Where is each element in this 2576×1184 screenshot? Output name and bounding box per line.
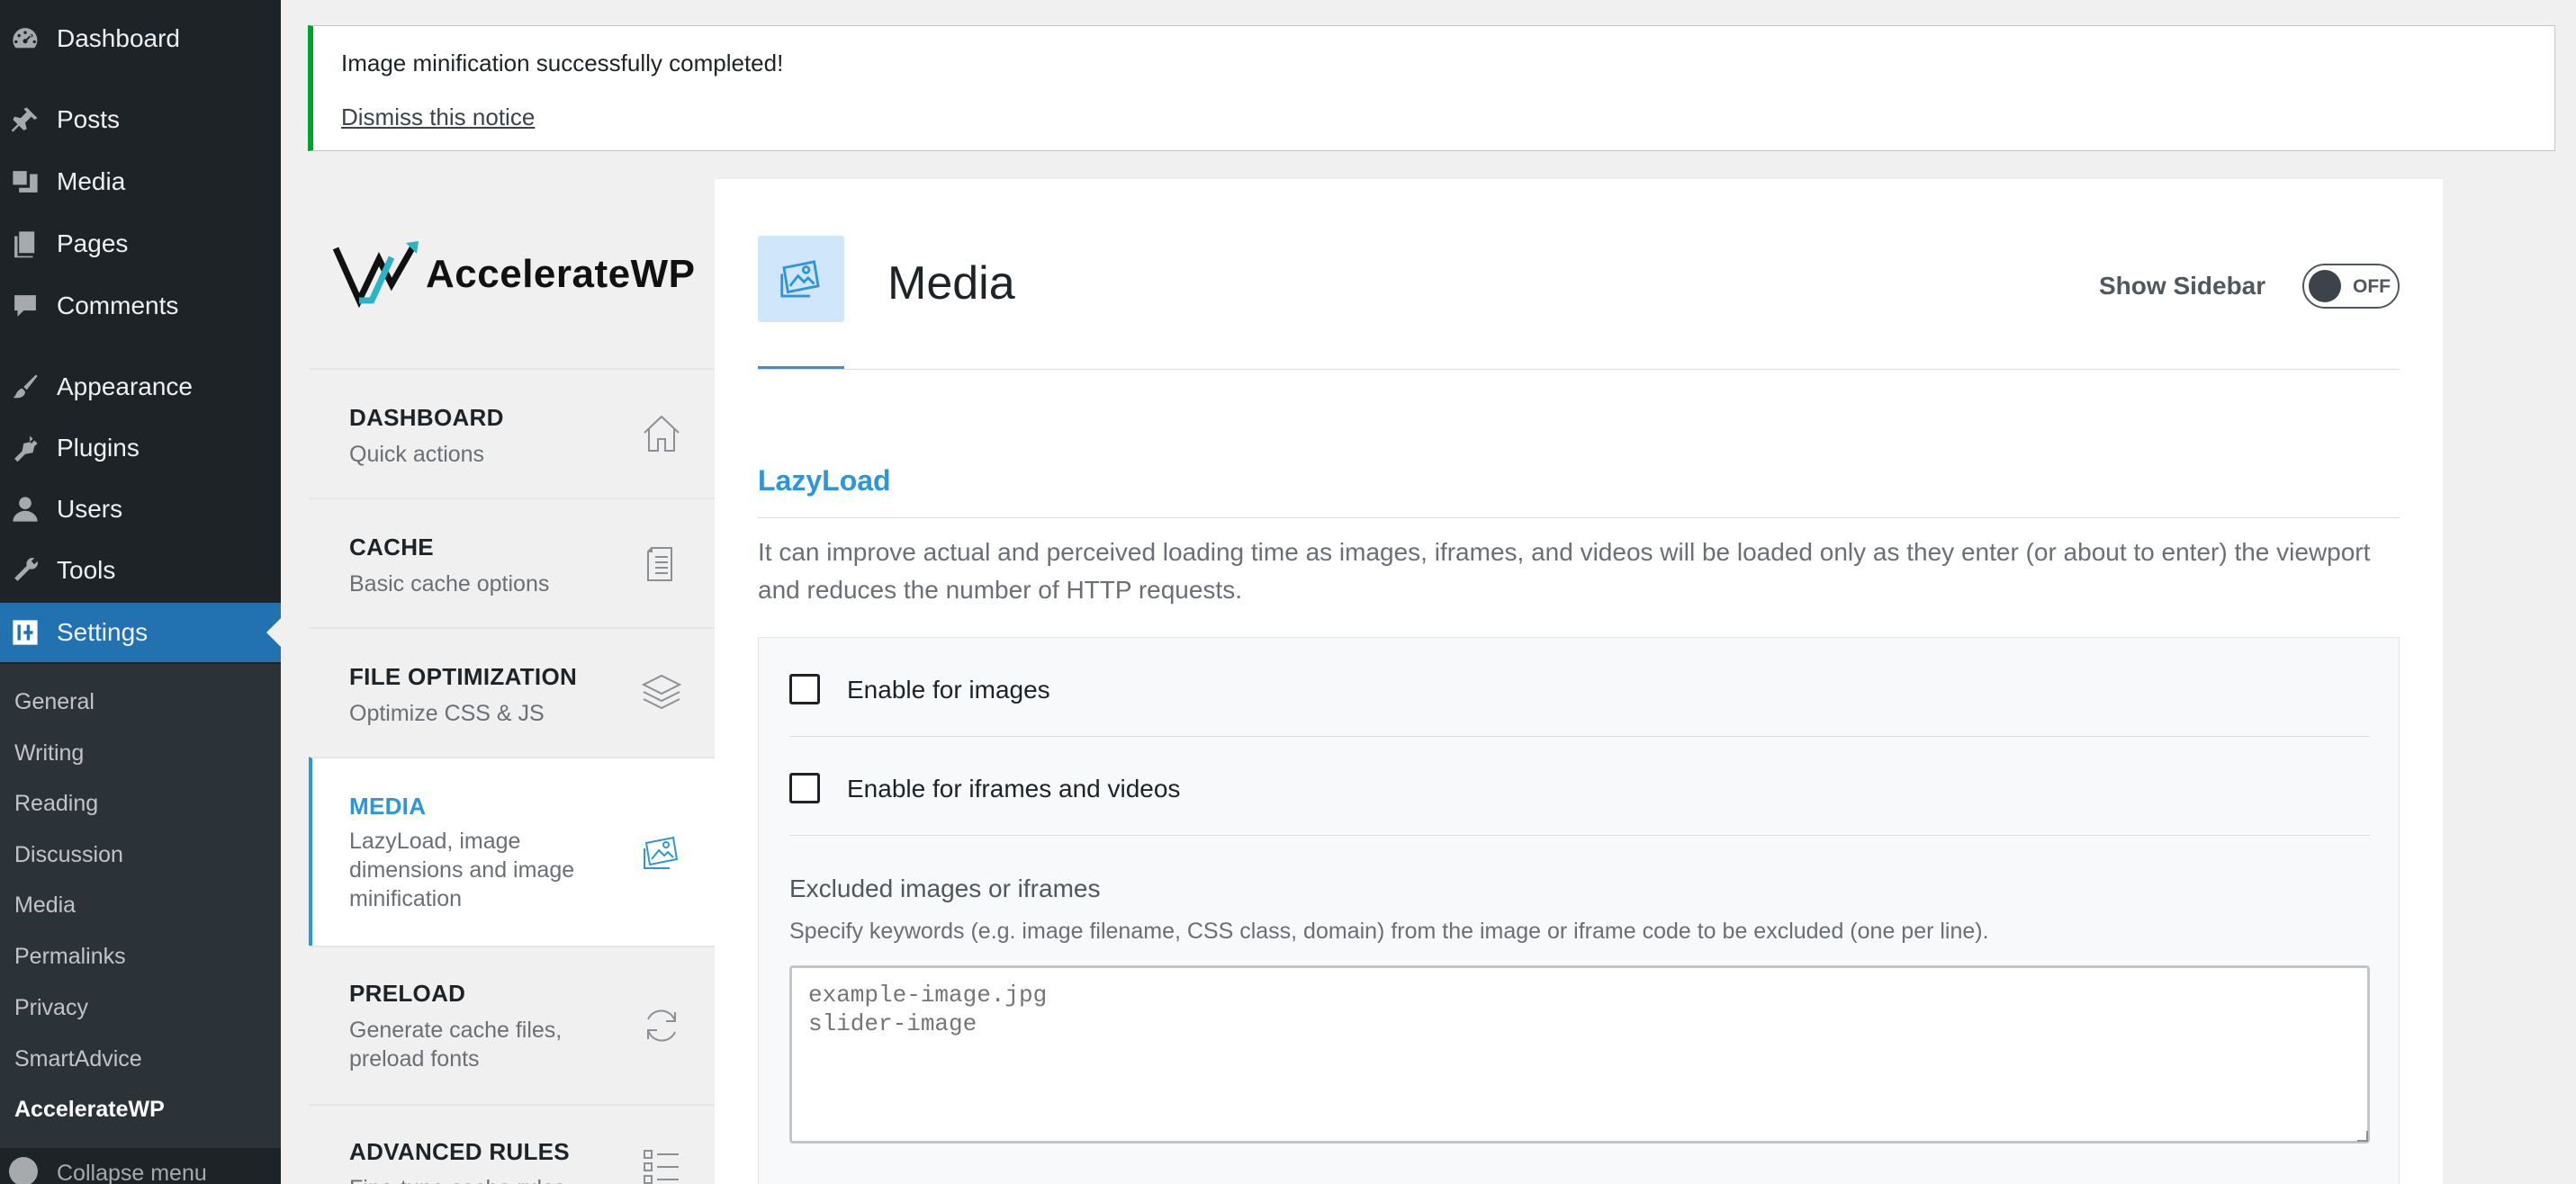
nav-cache[interactable]: CACHE Basic cache options xyxy=(309,498,715,627)
option-row: Enable for images xyxy=(789,638,2370,737)
refresh-icon xyxy=(639,1003,684,1048)
wp-menu-pages[interactable]: Pages xyxy=(0,214,281,274)
nav-title: FILE OPTIMIZATION xyxy=(349,663,578,690)
nav-title: PRELOAD xyxy=(349,980,466,1007)
collapse-menu-button[interactable]: Collapse menu xyxy=(0,1148,281,1184)
excluded-label: Excluded images or iframes xyxy=(789,875,1101,902)
wp-menu-label: Appearance xyxy=(57,372,194,400)
wp-menu-label: Users xyxy=(57,495,123,523)
dashboard-icon xyxy=(9,22,41,55)
show-sidebar-label: Show Sidebar xyxy=(2099,272,2266,300)
wp-menu-users[interactable]: Users xyxy=(0,480,281,539)
wrench-icon xyxy=(9,554,41,587)
wp-menu-label: Comments xyxy=(57,292,179,319)
settings-panel: Media Show Sidebar OFF LazyLoad It can i… xyxy=(715,179,2443,1184)
user-icon xyxy=(9,493,41,525)
plugin-logo: AccelerateWP xyxy=(309,180,715,369)
wp-menu-label: Pages xyxy=(57,229,129,257)
wp-menu-media[interactable]: Media xyxy=(0,152,281,211)
comment-icon xyxy=(9,290,41,322)
enable-images-checkbox[interactable] xyxy=(789,674,820,704)
section-description: It can improve actual and perceived load… xyxy=(758,538,2371,604)
submenu-smartadvice[interactable]: SmartAdvice xyxy=(14,1046,142,1072)
settings-icon xyxy=(9,616,41,649)
dismiss-notice-link[interactable]: Dismiss this notice xyxy=(341,103,535,131)
checklist-icon xyxy=(639,1144,684,1184)
nav-media[interactable]: MEDIA LazyLoad, image dimensions and ima… xyxy=(309,757,715,946)
enable-iframes-checkbox[interactable] xyxy=(789,773,820,803)
nav-dashboard[interactable]: DASHBOARD Quick actions xyxy=(309,368,715,498)
wp-menu-posts[interactable]: Posts xyxy=(0,90,281,149)
nav-title: CACHE xyxy=(349,534,434,561)
submenu-media[interactable]: Media xyxy=(14,892,76,919)
page-title: Media xyxy=(887,257,1015,309)
toggle-knob xyxy=(2309,270,2341,302)
toggle-state: OFF xyxy=(2353,276,2391,297)
lazyload-options: Enable for images Enable for iframes and… xyxy=(758,637,2400,1184)
wp-menu-appearance[interactable]: Appearance xyxy=(0,357,281,417)
plug-icon xyxy=(9,432,41,464)
wp-menu-comments[interactable]: Comments xyxy=(0,276,281,336)
submenu-privacy[interactable]: Privacy xyxy=(14,995,88,1021)
wp-menu-label: Plugins xyxy=(57,434,140,462)
nav-preload[interactable]: PRELOAD Generate cache files, preload fo… xyxy=(309,946,715,1104)
excluded-help-text: Specify keywords (e.g. image filename, C… xyxy=(789,919,1989,944)
pages-icon xyxy=(9,228,41,260)
header-divider xyxy=(758,369,2400,370)
nav-desc: Optimize CSS & JS xyxy=(349,701,545,726)
wp-admin-sidebar: Dashboard Posts Media Pages Comments App… xyxy=(0,0,281,1184)
submenu-reading[interactable]: Reading xyxy=(14,791,98,817)
wp-menu-settings[interactable]: Settings xyxy=(0,603,281,662)
section-title: LazyLoad xyxy=(758,464,891,497)
settings-submenu: General Writing Reading Discussion Media… xyxy=(0,664,281,1148)
option-label: Enable for iframes and videos xyxy=(847,775,1181,803)
nav-title: ADVANCED RULES xyxy=(349,1138,570,1165)
document-icon xyxy=(639,541,684,586)
nav-desc: Quick actions xyxy=(349,442,485,467)
nav-title: DASHBOARD xyxy=(349,404,504,431)
collapse-icon xyxy=(9,1157,38,1184)
media-page-icon xyxy=(758,236,844,322)
success-notice: Image minification successfully complete… xyxy=(308,25,2555,151)
collapse-menu-label: Collapse menu xyxy=(57,1161,207,1184)
wp-menu-tools[interactable]: Tools xyxy=(0,541,281,600)
show-sidebar-toggle[interactable]: OFF xyxy=(2302,264,2400,309)
wp-menu-label: Tools xyxy=(57,556,116,584)
nav-desc: LazyLoad, image dimensions and image min… xyxy=(349,829,575,911)
plugin-nav: AccelerateWP DASHBOARD Quick actions CAC… xyxy=(309,180,715,1184)
nav-file-optimization[interactable]: FILE OPTIMIZATION Optimize CSS & JS xyxy=(309,627,715,757)
option-label: Enable for images xyxy=(847,676,1050,704)
wp-menu-label: Dashboard xyxy=(57,24,180,52)
submenu-general[interactable]: General xyxy=(14,689,95,715)
layers-icon xyxy=(639,670,684,715)
section-divider xyxy=(758,517,2400,518)
submenu-acceleratewp[interactable]: AccelerateWP xyxy=(14,1097,165,1123)
option-row: Enable for iframes and videos xyxy=(789,737,2370,836)
excluded-textarea[interactable] xyxy=(789,965,2370,1144)
nav-desc: Fine-tune cache rules xyxy=(349,1174,601,1184)
wp-menu-label: Settings xyxy=(57,618,149,646)
images-icon xyxy=(639,830,684,875)
nav-advanced-rules[interactable]: ADVANCED RULES Fine-tune cache rules xyxy=(309,1104,715,1184)
wp-menu-dashboard[interactable]: Dashboard xyxy=(0,9,281,68)
wp-menu-label: Posts xyxy=(57,105,121,133)
pin-icon xyxy=(9,103,41,136)
submenu-permalinks[interactable]: Permalinks xyxy=(14,944,126,970)
home-icon xyxy=(639,411,684,456)
plugin-logo-text: AccelerateWP xyxy=(426,252,696,296)
nav-desc: Basic cache options xyxy=(349,571,550,596)
wp-menu-plugins[interactable]: Plugins xyxy=(0,418,281,478)
wp-menu-label: Media xyxy=(57,167,126,195)
textarea-resize-handle[interactable] xyxy=(2357,1131,2368,1142)
notice-message: Image minification successfully complete… xyxy=(341,49,784,76)
nav-title: MEDIA xyxy=(349,793,427,820)
nav-desc: Generate cache files, preload fonts xyxy=(349,1018,563,1072)
acceleratewp-logo-icon xyxy=(332,241,419,308)
media-icon xyxy=(9,166,41,198)
submenu-discussion[interactable]: Discussion xyxy=(14,842,123,868)
submenu-writing[interactable]: Writing xyxy=(14,740,84,767)
brush-icon xyxy=(9,371,41,403)
